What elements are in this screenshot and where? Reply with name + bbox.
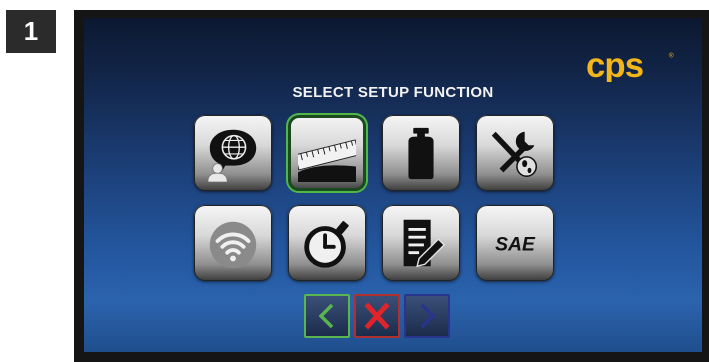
globe-chat-icon	[207, 129, 257, 182]
timer-tile[interactable]	[288, 205, 366, 281]
chevron-left-icon	[318, 303, 334, 329]
screen-title: SELECT SETUP FUNCTION	[292, 84, 494, 101]
svg-text:cps: cps	[586, 48, 643, 82]
cancel-button[interactable]	[354, 294, 400, 338]
refrigerant-tank-tile[interactable]	[382, 115, 460, 191]
gas-tank-icon	[408, 127, 434, 180]
ruler-icon	[298, 139, 356, 182]
chevron-right-icon	[420, 303, 436, 329]
close-x-icon	[364, 302, 390, 330]
stopwatch-icon	[304, 221, 349, 268]
language-tile[interactable]	[194, 115, 272, 191]
wifi-icon	[209, 221, 257, 269]
next-button[interactable]	[404, 294, 450, 338]
cps-logo: cps ®	[586, 48, 674, 82]
notes-pencil-icon	[403, 219, 446, 268]
navigation-bar	[304, 294, 450, 338]
notes-tile[interactable]	[382, 205, 460, 281]
measurement-tile[interactable]	[288, 115, 366, 191]
service-tools-tile[interactable]	[476, 115, 554, 191]
sae-icon: SAE	[495, 235, 536, 256]
back-button[interactable]	[304, 294, 350, 338]
wrench-screwdriver-icon	[491, 131, 538, 177]
step-number-badge: 1	[6, 10, 56, 53]
function-grid: SAE	[194, 115, 554, 281]
svg-text:SAE: SAE	[495, 235, 536, 256]
wifi-tile[interactable]	[194, 205, 272, 281]
svg-text:®: ®	[669, 51, 674, 59]
sae-tile[interactable]: SAE	[476, 205, 554, 281]
device-screen: cps ® SELECT SETUP FUNCTION SAE	[84, 18, 702, 352]
